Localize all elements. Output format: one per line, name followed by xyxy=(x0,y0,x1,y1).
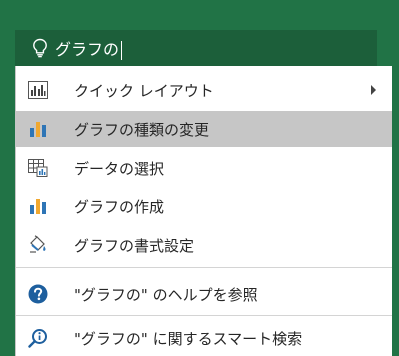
menu-item-quick-layout[interactable]: クイック レイアウト xyxy=(16,72,392,108)
menu-item-create-chart[interactable]: グラフの作成 xyxy=(16,188,392,224)
menu-item-label: グラフの作成 xyxy=(74,197,165,216)
submenu-arrow-icon xyxy=(371,85,376,95)
format-chart-icon xyxy=(28,235,48,255)
menu-item-change-chart-type[interactable]: グラフの種類の変更 xyxy=(16,111,392,147)
search-results-menu: クイック レイアウト グラフの種類の変更 データの選択 グラフの作成 グラフの書… xyxy=(15,66,392,356)
menu-item-smart-lookup[interactable]: "グラフの" に関するスマート検索 xyxy=(16,320,392,356)
smart-lookup-icon xyxy=(28,328,48,348)
search-input[interactable]: グラフの xyxy=(55,36,123,60)
menu-item-label: グラフの種類の変更 xyxy=(74,120,210,139)
menu-item-label: クイック レイアウト xyxy=(74,81,214,100)
select-data-icon xyxy=(28,158,48,178)
create-chart-icon xyxy=(28,196,48,216)
menu-separator xyxy=(16,267,392,268)
help-icon xyxy=(28,284,48,304)
menu-item-label: グラフの書式設定 xyxy=(74,236,195,255)
text-caret xyxy=(121,41,123,60)
menu-separator xyxy=(16,315,392,316)
change-chart-type-icon xyxy=(28,119,48,139)
menu-item-help[interactable]: "グラフの" のヘルプを参照 xyxy=(16,276,392,312)
ribbon-top xyxy=(0,0,399,30)
menu-item-label: データの選択 xyxy=(74,159,165,178)
menu-item-format-chart[interactable]: グラフの書式設定 xyxy=(16,227,392,263)
menu-item-label: "グラフの" のヘルプを参照 xyxy=(74,285,258,304)
tell-me-search-box[interactable]: グラフの xyxy=(15,30,377,66)
menu-item-select-data[interactable]: データの選択 xyxy=(16,150,392,186)
quick-layout-icon xyxy=(28,80,48,100)
search-query-text: グラフの xyxy=(55,40,120,59)
lightbulb-icon xyxy=(29,37,51,59)
menu-item-label: "グラフの" に関するスマート検索 xyxy=(74,329,303,348)
